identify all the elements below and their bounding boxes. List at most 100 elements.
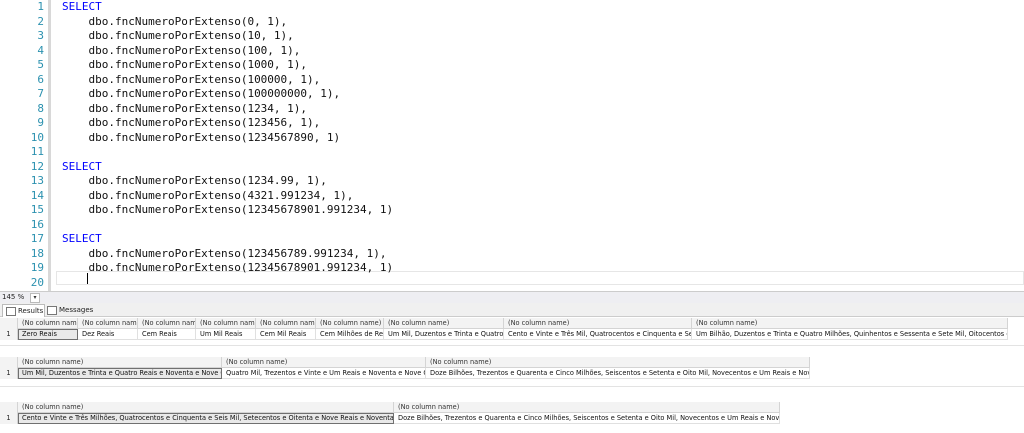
sql-keyword: SELECT: [62, 232, 102, 245]
result-grid-2[interactable]: (No column name) (No column name) (No colu…: [0, 357, 1024, 381]
grid-cell[interactable]: Um Bilhão, Duzentos e Trinta e Quatro Mi…: [692, 329, 1008, 340]
line-number: 10: [30, 130, 44, 144]
code-text: dbo.fncNumeroPorExtenso(100000, 1),: [62, 73, 321, 88]
grid-cell[interactable]: Cem Reais: [138, 329, 196, 340]
sql-keyword: SELECT: [62, 159, 102, 173]
line-number: 6: [37, 72, 44, 86]
column-header[interactable]: (No column name): [18, 318, 78, 329]
column-header[interactable]: (No column name): [18, 402, 394, 413]
column-header[interactable]: (No column name): [222, 357, 426, 368]
function-call: dbo.fncNumeroPorExtenso(1234.99, 1),: [88, 174, 327, 187]
column-header[interactable]: (No column name): [78, 318, 138, 329]
column-header[interactable]: (No column name): [138, 318, 196, 329]
grid-cell[interactable]: Zero Reais: [18, 329, 78, 340]
function-call: dbo.fncNumeroPorExtenso(10, 1),: [88, 29, 294, 42]
grid-cell[interactable]: Um Mil Reais: [196, 329, 256, 340]
tab-results-label: Results: [18, 307, 44, 315]
function-call: dbo.fncNumeroPorExtenso(4321.991234, 1),: [88, 188, 354, 202]
function-call: dbo.fncNumeroPorExtenso(123456789.991234…: [88, 246, 387, 260]
code-text: dbo.fncNumeroPorExtenso(1234.99, 1),: [62, 174, 327, 189]
code-line[interactable]: 1 SELECT: [0, 0, 1024, 15]
code-line[interactable]: 18 dbo.fncNumeroPorExtenso(123456789.991…: [0, 247, 1024, 262]
grid-corner[interactable]: [0, 402, 18, 413]
line-number: 15: [30, 203, 44, 216]
code-line[interactable]: 14 dbo.fncNumeroPorExtenso(4321.991234, …: [0, 189, 1024, 204]
function-call: dbo.fncNumeroPorExtenso(100, 1),: [88, 43, 301, 57]
column-header[interactable]: (No column name): [256, 318, 316, 329]
table-row[interactable]: 1 Cento e Vinte e Três Milhões, Quatrocen…: [0, 413, 780, 424]
line-number: 17: [30, 232, 44, 245]
grid-cell[interactable]: Cem Mil Reais: [256, 329, 316, 340]
function-call: dbo.fncNumeroPorExtenso(1234567890, 1): [88, 130, 341, 144]
line-number: 8: [37, 101, 44, 115]
column-header[interactable]: (No column name): [316, 318, 384, 329]
code-line[interactable]: 12 SELECT: [0, 160, 1024, 175]
grid-cell[interactable]: Doze Bilhões, Trezentos e Quarenta e Cin…: [394, 413, 780, 424]
grid-cell[interactable]: Cento e Vinte e Três Mil, Quatrocentos e…: [504, 329, 692, 340]
code-line[interactable]: 16: [0, 218, 1024, 233]
line-number: 19: [30, 261, 44, 274]
code-text: SELECT: [62, 160, 102, 175]
code-line[interactable]: 13 dbo.fncNumeroPorExtenso(1234.99, 1),: [0, 174, 1024, 189]
code-line[interactable]: 9 dbo.fncNumeroPorExtenso(123456, 1),: [0, 116, 1024, 131]
code-line[interactable]: 3 dbo.fncNumeroPorExtenso(10, 1),: [0, 29, 1024, 44]
line-number: 3: [37, 29, 44, 42]
column-header[interactable]: (No column name): [196, 318, 256, 329]
code-line[interactable]: 10 dbo.fncNumeroPorExtenso(1234567890, 1…: [0, 131, 1024, 146]
grid-cell[interactable]: Quatro Mil, Trezentos e Vinte e Um Reais…: [222, 368, 426, 379]
grid-cell[interactable]: Dez Reais: [78, 329, 138, 340]
row-number[interactable]: 1: [0, 368, 18, 379]
result-grid-3[interactable]: (No column name) (No column name) 1 Cento e…: [0, 402, 1024, 426]
tab-messages[interactable]: Messages: [44, 304, 103, 316]
message-icon: [47, 306, 57, 315]
row-number[interactable]: 1: [0, 329, 18, 340]
code-line[interactable]: 2 dbo.fncNumeroPorExtenso(0, 1),: [0, 15, 1024, 30]
table-row[interactable]: 1 Um Mil, Duzentos e Trinta e Quatro Reai…: [0, 368, 810, 379]
code-line[interactable]: 5 dbo.fncNumeroPorExtenso(1000, 1),: [0, 58, 1024, 73]
row-number[interactable]: 1: [0, 413, 18, 424]
code-line[interactable]: 7 dbo.fncNumeroPorExtenso(100000000, 1),: [0, 87, 1024, 102]
grid-cell[interactable]: Um Mil, Duzentos e Trinta e Quatro Reais: [384, 329, 504, 340]
code-line[interactable]: 20: [0, 276, 1024, 291]
function-call: dbo.fncNumeroPorExtenso(1234, 1),: [88, 101, 308, 115]
function-call: dbo.fncNumeroPorExtenso(123456, 1),: [88, 116, 321, 129]
column-header[interactable]: (No column name): [18, 357, 222, 368]
line-number: 1: [37, 0, 44, 13]
grid-cell[interactable]: Um Mil, Duzentos e Trinta e Quatro Reais…: [18, 368, 222, 379]
column-header[interactable]: (No column name): [692, 318, 1008, 329]
line-number: 4: [37, 43, 44, 57]
grid-header-row: (No column name) (No column name) (No colu…: [0, 357, 810, 368]
results-tab-bar: Results Messages: [0, 303, 1024, 317]
code-text: SELECT: [62, 0, 102, 15]
grid-icon: [6, 307, 16, 316]
column-header[interactable]: (No column name): [384, 318, 504, 329]
zoom-level[interactable]: 145 %: [2, 292, 24, 302]
code-line[interactable]: 4 dbo.fncNumeroPorExtenso(100, 1),: [0, 44, 1024, 59]
column-header[interactable]: (No column name): [394, 402, 780, 413]
code-line[interactable]: 15 dbo.fncNumeroPorExtenso(12345678901.9…: [0, 203, 1024, 218]
line-number: 16: [30, 217, 44, 231]
zoom-dropdown-icon[interactable]: ▾: [30, 293, 40, 303]
column-header[interactable]: (No column name): [426, 357, 810, 368]
line-number: 2: [37, 14, 44, 28]
grid-corner[interactable]: [0, 357, 18, 368]
column-header[interactable]: (No column name): [504, 318, 692, 329]
grid-separator: [0, 386, 1024, 387]
result-grid-1[interactable]: (No column name) (No column name) (No colu…: [0, 318, 1024, 342]
code-text: dbo.fncNumeroPorExtenso(100, 1),: [62, 43, 301, 59]
code-line[interactable]: 6 dbo.fncNumeroPorExtenso(100000, 1),: [0, 73, 1024, 88]
sql-keyword: SELECT: [62, 0, 102, 13]
code-line[interactable]: 11: [0, 145, 1024, 160]
code-line[interactable]: 17 SELECT: [0, 232, 1024, 247]
grid-cell[interactable]: Doze Bilhões, Trezentos e Quarenta e Cin…: [426, 368, 810, 379]
grid-cell[interactable]: Cento e Vinte e Três Milhões, Quatrocent…: [18, 413, 394, 424]
code-line[interactable]: 19 dbo.fncNumeroPorExtenso(12345678901.9…: [0, 261, 1024, 276]
grid-corner[interactable]: [0, 318, 18, 329]
grid-cell[interactable]: Cem Milhões de Reais: [316, 329, 384, 340]
code-line[interactable]: 8 dbo.fncNumeroPorExtenso(1234, 1),: [0, 102, 1024, 117]
table-row[interactable]: 1 Zero Reais Dez Reais Cem Reais Um Mil Reai…: [0, 329, 1008, 340]
line-number: 9: [37, 116, 44, 129]
code-text: dbo.fncNumeroPorExtenso(100000000, 1),: [62, 87, 341, 102]
sql-editor[interactable]: 1 SELECT 2 dbo.fncNumeroPorExtenso(0, 1), 3…: [0, 0, 1024, 291]
tab-results[interactable]: Results: [2, 304, 45, 317]
